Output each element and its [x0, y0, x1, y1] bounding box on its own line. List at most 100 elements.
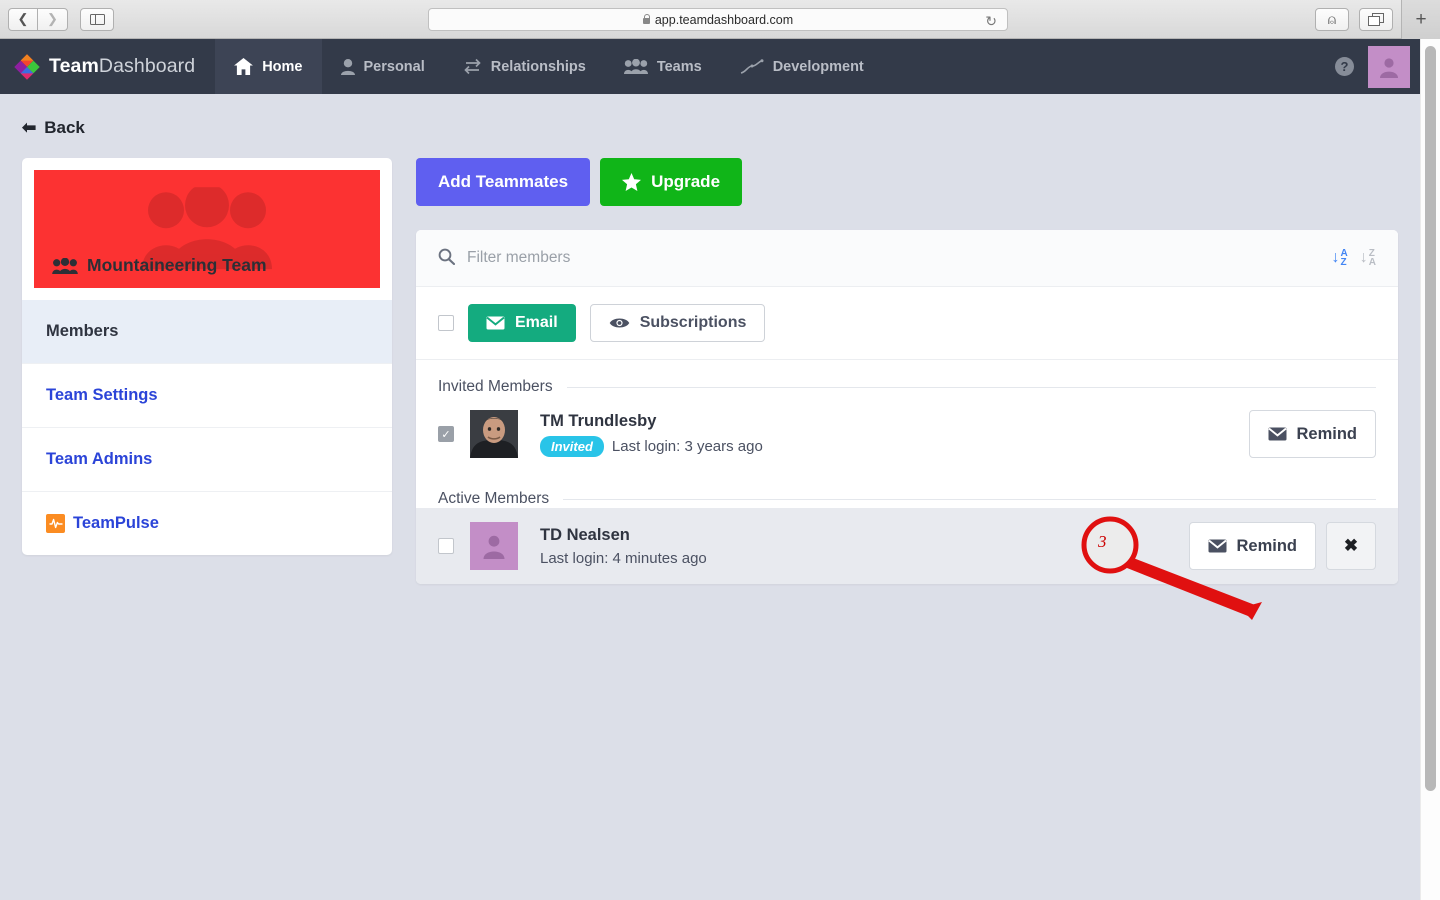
- member-name: TD Nealsen: [540, 525, 630, 544]
- nav-item-relationships[interactable]: Relationships: [444, 39, 605, 94]
- user-avatar-icon: [1380, 57, 1398, 78]
- member-name: TM Trundlesby: [540, 411, 657, 430]
- sidebar-item-team-settings[interactable]: Team Settings: [22, 364, 392, 428]
- section-title-active: Active Members: [438, 490, 550, 507]
- exchange-arrows-icon: [464, 58, 481, 75]
- nav-item-relationships-label: Relationships: [490, 58, 586, 75]
- show-tabs-button[interactable]: [1359, 8, 1393, 31]
- sidebar-item-teampulse-label: TeamPulse: [73, 514, 159, 532]
- show-tabs-icon: [1368, 12, 1384, 26]
- sort-za-bottom: A: [1368, 257, 1376, 268]
- section-divider: [566, 386, 1376, 388]
- sidebar-item-teampulse[interactable]: TeamPulse: [22, 492, 392, 555]
- brand-logo[interactable]: TeamDashboard: [0, 39, 215, 94]
- browser-nav-buttons: ❮ ❯: [8, 7, 68, 31]
- avatar: [470, 522, 518, 570]
- subscriptions-button[interactable]: Subscriptions: [589, 304, 766, 342]
- team-banner: Mountaineering Team: [34, 170, 380, 288]
- last-login: Last login: 3 years ago: [611, 437, 763, 455]
- nav-item-home[interactable]: Home: [215, 39, 322, 94]
- sort-alpha-asc-icon[interactable]: ↓ A Z: [1332, 249, 1348, 268]
- browser-chrome: ❮ ❯ app.teamdashboard.com ↻ ⍝ +: [0, 0, 1440, 39]
- member-info: TM Trundlesby Invited Last login: 3 year…: [540, 412, 763, 457]
- envelope-icon: [486, 316, 505, 330]
- sidebar-toggle-icon: [89, 13, 105, 25]
- nav-item-development-label: Development: [772, 58, 864, 75]
- section-header-invited: Invited Members: [416, 360, 1398, 396]
- select-all-checkbox[interactable]: [438, 315, 454, 331]
- navbar-right: ?: [1335, 39, 1420, 94]
- nav-item-personal-label: Personal: [363, 58, 425, 75]
- bulk-actions-toolbar: Email Subscriptions: [416, 287, 1398, 360]
- address-bar[interactable]: app.teamdashboard.com ↻: [428, 8, 1008, 31]
- sort-controls: ↓ A Z ↓ Z A: [1332, 249, 1376, 268]
- nav-item-home-label: Home: [262, 58, 303, 75]
- envelope-icon: [1268, 427, 1288, 441]
- filter-members-input[interactable]: [467, 249, 1332, 267]
- browser-forward-button[interactable]: ❯: [38, 7, 68, 31]
- remind-button-label: Remind: [1236, 536, 1297, 555]
- section-header-active: Active Members: [416, 472, 1398, 508]
- subscriptions-button-label: Subscriptions: [639, 314, 747, 331]
- nav-item-teams[interactable]: Teams: [605, 39, 721, 94]
- lock-icon: [642, 13, 651, 24]
- email-button[interactable]: Email: [468, 304, 576, 342]
- sidebar-item-team-settings-label: Team Settings: [46, 386, 158, 404]
- primary-actions: Add Teammates Upgrade: [416, 158, 1398, 206]
- sort-alpha-desc-icon[interactable]: ↓ Z A: [1360, 249, 1376, 268]
- sidebar-item-members-label: Members: [46, 322, 119, 340]
- group-icon: [52, 257, 78, 274]
- help-icon[interactable]: ?: [1335, 57, 1354, 76]
- member-checkbox[interactable]: [438, 538, 454, 554]
- user-avatar-icon: [483, 535, 505, 559]
- upgrade-button[interactable]: Upgrade: [600, 158, 743, 206]
- search-icon: [438, 248, 456, 269]
- back-label: Back: [44, 118, 85, 137]
- member-checkbox[interactable]: ✓: [438, 426, 454, 442]
- last-login: Last login: 4 minutes ago: [540, 549, 707, 567]
- nav-item-teams-label: Teams: [656, 58, 702, 75]
- page-scrollbar-thumb[interactable]: [1425, 46, 1436, 791]
- person-icon: [340, 58, 355, 75]
- nav-item-development[interactable]: Development: [721, 39, 883, 94]
- main-column: Add Teammates Upgrade Filter members ↓ A…: [416, 158, 1398, 584]
- table-row[interactable]: ✓ TM Trundlesby Invited Last login: 3 ye…: [416, 396, 1398, 472]
- remind-button[interactable]: Remind: [1249, 410, 1376, 458]
- share-button[interactable]: ⍝: [1315, 8, 1349, 31]
- app-navbar: TeamDashboard Home Personal Relationship…: [0, 39, 1420, 94]
- sidebar-item-team-admins[interactable]: Team Admins: [22, 428, 392, 492]
- browser-back-button[interactable]: ❮: [8, 7, 38, 31]
- row-actions: Remind ✖: [1189, 522, 1376, 570]
- page-body: ⬅ Back Mountaineering Team Members Team …: [0, 94, 1420, 900]
- status-badge: Invited: [540, 435, 604, 457]
- filter-row: ↓ A Z ↓ Z A: [416, 230, 1398, 287]
- nav-item-personal[interactable]: Personal: [322, 39, 444, 94]
- user-avatar-button[interactable]: [1368, 45, 1410, 88]
- remind-button[interactable]: Remind: [1189, 522, 1316, 570]
- arrow-left-icon: ⬅: [22, 118, 37, 137]
- content-layout: Mountaineering Team Members Team Setting…: [0, 138, 1420, 584]
- sidebar-item-team-admins-label: Team Admins: [46, 450, 153, 468]
- section-divider: [563, 498, 1376, 500]
- reload-icon[interactable]: ↻: [985, 13, 997, 30]
- envelope-icon: [1208, 539, 1228, 553]
- table-row[interactable]: TD Nealsen Last login: 4 minutes ago Rem…: [416, 508, 1398, 584]
- brand-name: TeamDashboard: [49, 55, 196, 77]
- pulse-icon: [46, 514, 65, 533]
- row-actions: Remind: [1249, 410, 1376, 458]
- back-link[interactable]: ⬅ Back: [22, 118, 1420, 138]
- address-bar-url: app.teamdashboard.com: [654, 12, 794, 27]
- browser-right-buttons: ⍝: [1315, 8, 1393, 31]
- member-meta: Last login: 4 minutes ago: [540, 550, 707, 567]
- section-title-invited: Invited Members: [438, 378, 553, 395]
- star-icon: [622, 173, 642, 191]
- sidebar-toggle-button[interactable]: [80, 7, 114, 31]
- new-tab-button[interactable]: +: [1401, 0, 1440, 39]
- remove-member-button[interactable]: ✖: [1326, 522, 1376, 570]
- eye-icon: [609, 318, 629, 328]
- home-icon: [234, 58, 254, 75]
- sidebar-item-members[interactable]: Members: [22, 300, 392, 364]
- team-name: Mountaineering Team: [87, 255, 267, 275]
- add-teammates-button[interactable]: Add Teammates: [416, 158, 591, 206]
- share-icon: ⍝: [1327, 11, 1337, 27]
